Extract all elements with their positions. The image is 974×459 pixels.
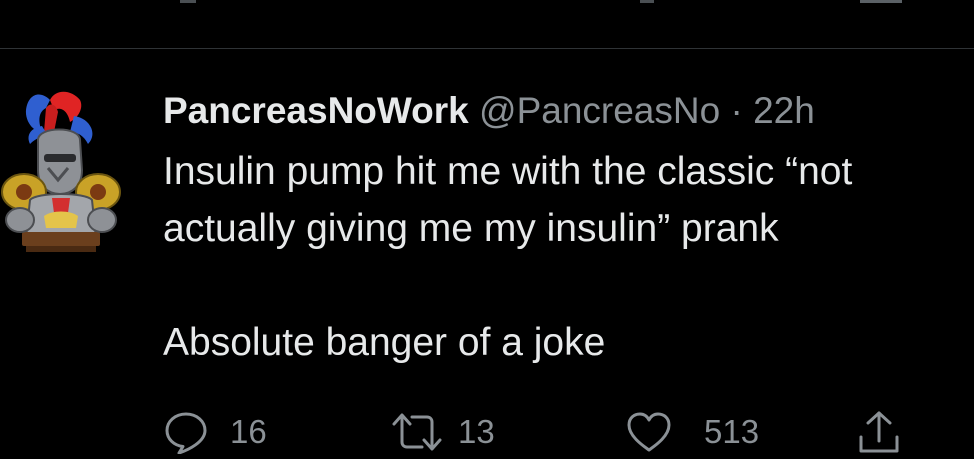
heart-icon: [627, 412, 671, 452]
tweet-header: PancreasNoWork @PancreasNo · 22h: [163, 86, 815, 136]
tweet-text-line: Absolute banger of a joke: [163, 321, 606, 364]
timestamp[interactable]: 22h: [753, 90, 815, 131]
like-count: 513: [704, 413, 760, 450]
reply-button[interactable]: 16: [164, 405, 267, 459]
previous-tweet-actions: [0, 0, 974, 6]
reply-count: 16: [230, 413, 267, 450]
retweet-icon: [392, 413, 442, 451]
user-handle[interactable]: @PancreasNo: [479, 90, 720, 131]
tweet-text-gap: [163, 257, 974, 314]
tweet-divider: [0, 48, 974, 49]
knight-avatar-icon: [1, 91, 121, 252]
display-name[interactable]: PancreasNoWork: [163, 90, 469, 131]
retweet-button[interactable]: 13: [390, 405, 495, 459]
share-button[interactable]: [856, 405, 902, 459]
retweet-count: 13: [458, 413, 495, 450]
share-icon: [859, 411, 899, 453]
previous-share-icon[interactable]: [860, 0, 902, 3]
previous-reply-icon[interactable]: [180, 0, 196, 3]
like-button[interactable]: 513: [626, 405, 759, 459]
separator-dot: ·: [730, 90, 743, 131]
tweet-actions: 16 13 513: [0, 405, 974, 459]
tweet-text-line: actually giving me my insulin” prank: [163, 207, 779, 250]
reply-icon: [165, 412, 207, 454]
previous-like-icon[interactable]: [640, 0, 654, 3]
tweet-text-line: Insulin pump hit me with the classic “no…: [163, 150, 853, 193]
avatar[interactable]: [0, 88, 122, 256]
tweet-text: Insulin pump hit me with the classic “no…: [163, 143, 974, 371]
